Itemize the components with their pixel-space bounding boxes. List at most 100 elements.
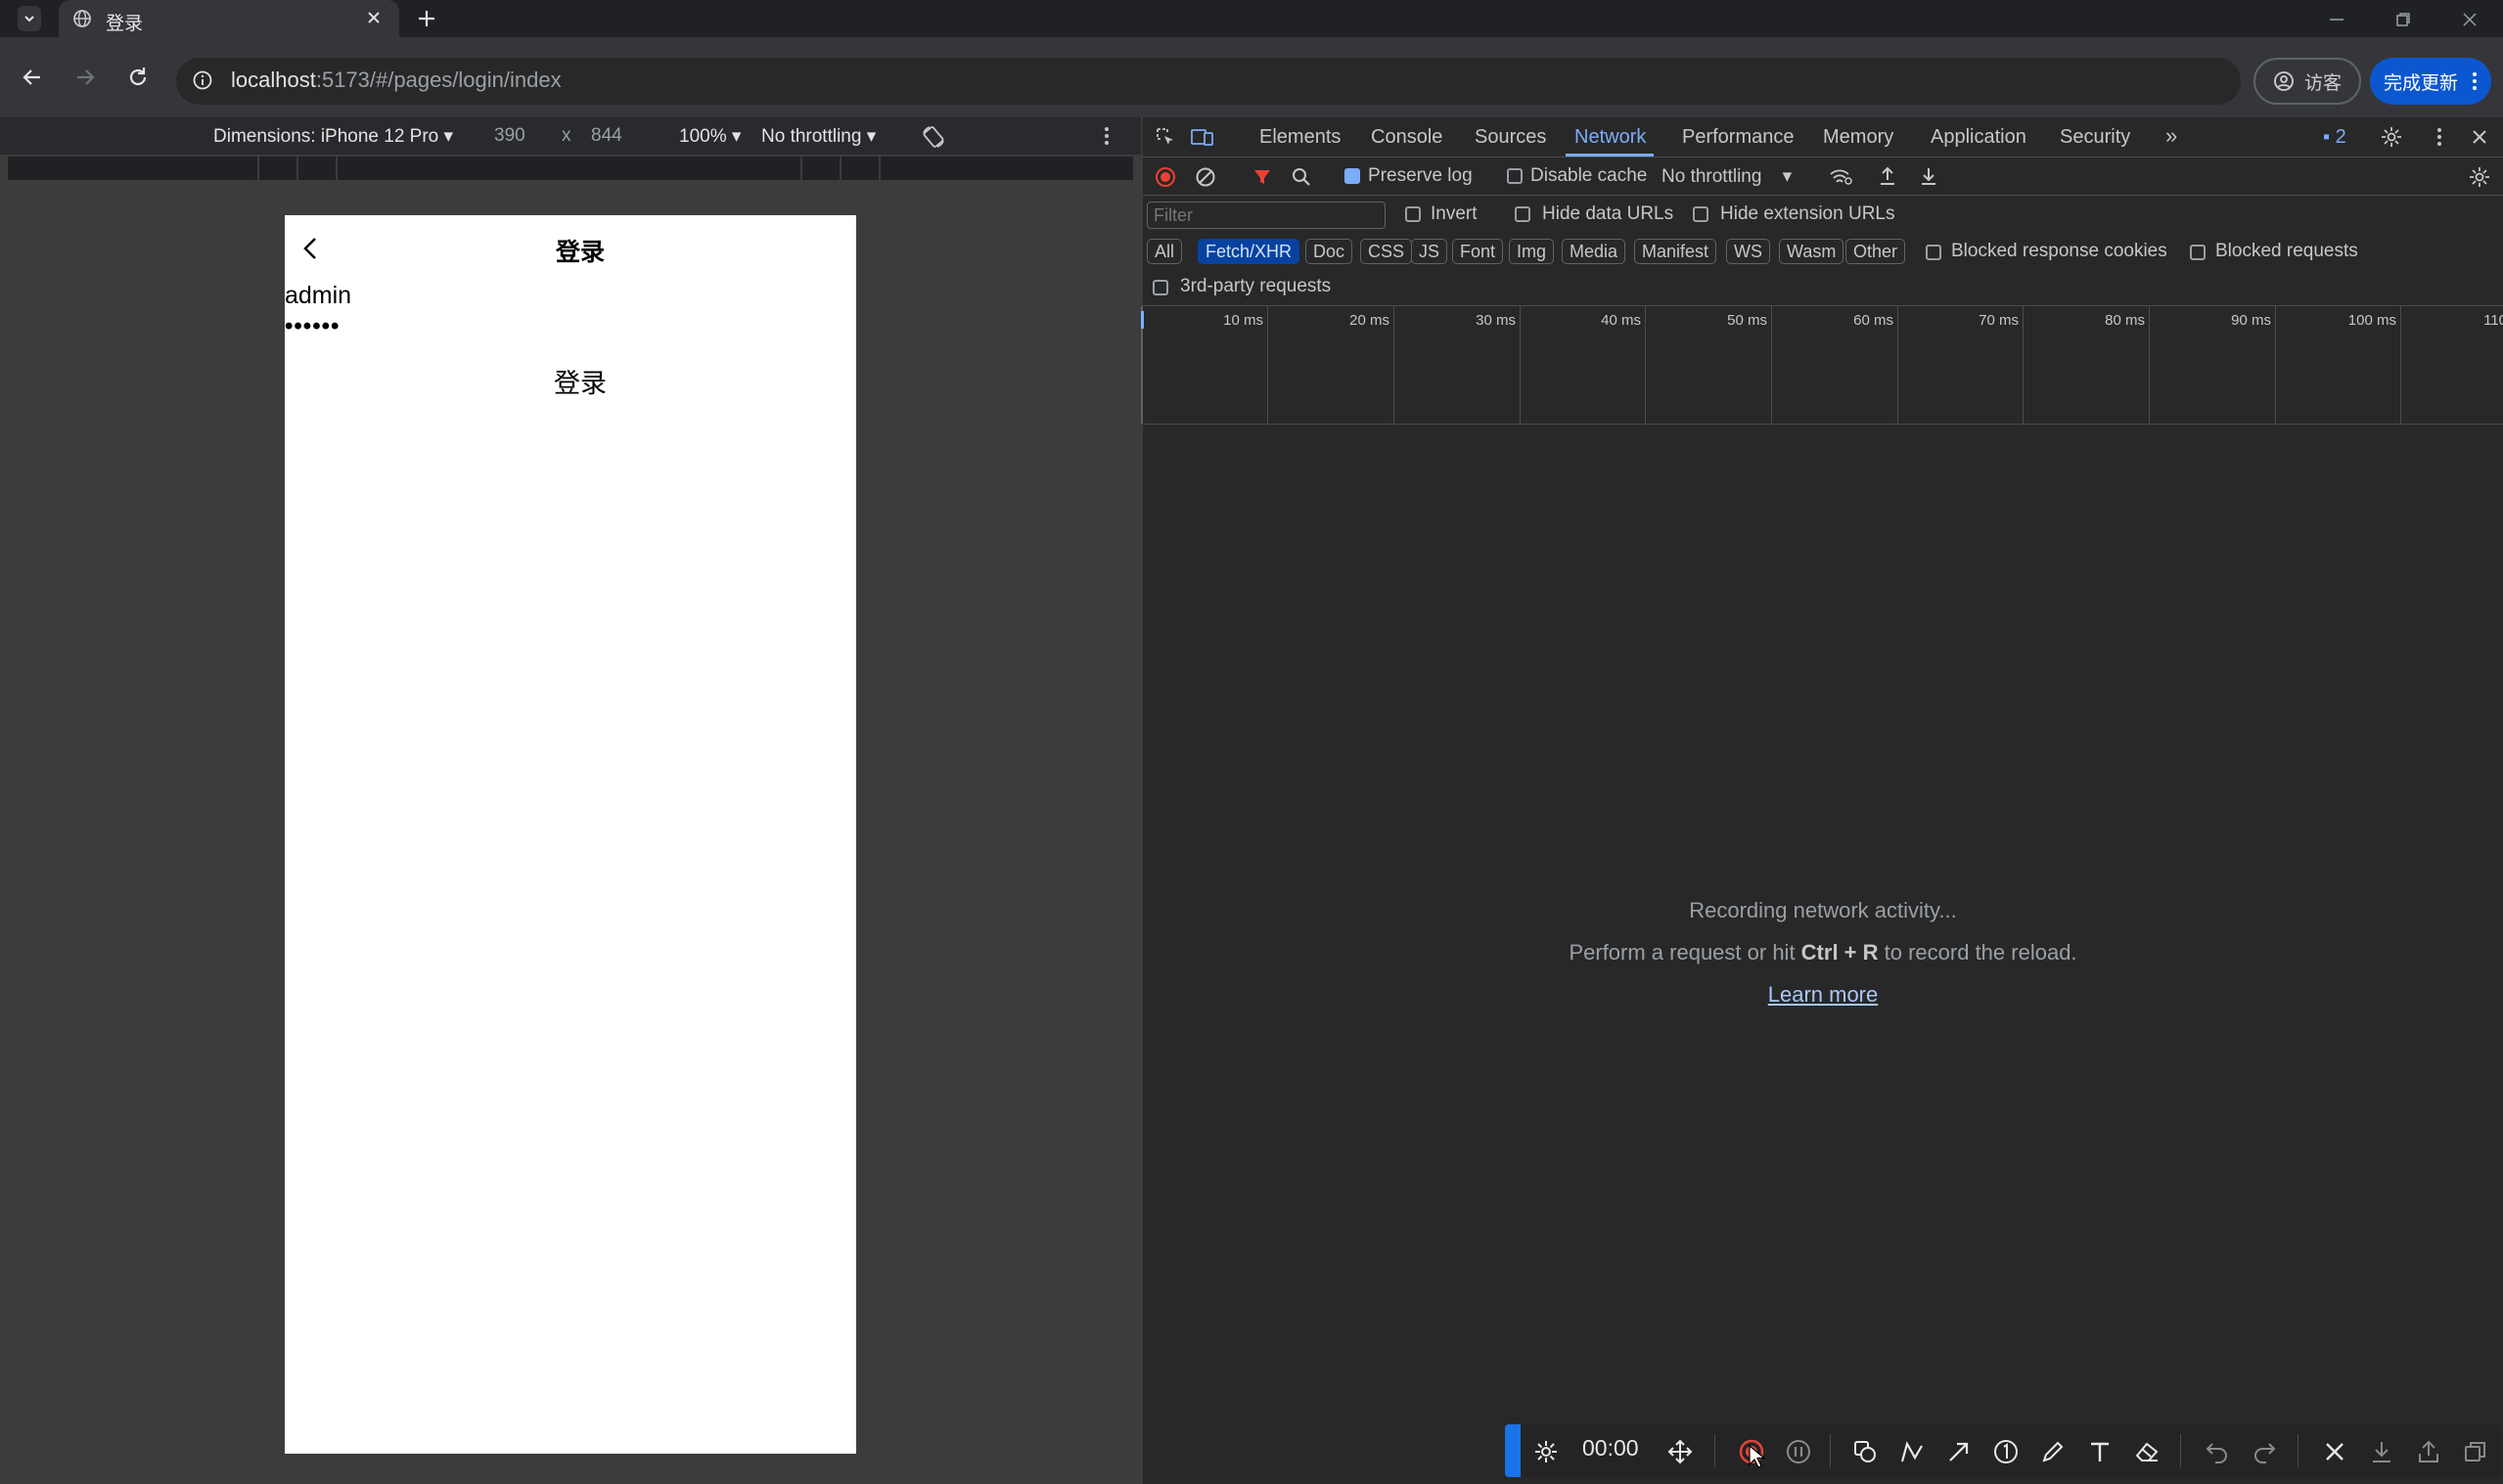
throttle-select[interactable]: No throttling ▾ [761, 125, 876, 148]
type-manifest[interactable]: Manifest [1634, 239, 1717, 264]
tab-memory[interactable]: Memory [1823, 126, 1893, 149]
type-img[interactable]: Img [1509, 239, 1555, 264]
password-input[interactable]: •••••• [285, 313, 340, 340]
record-stop-icon[interactable] [1155, 166, 1176, 188]
hide-data-urls-checkbox[interactable] [1515, 206, 1530, 222]
phone-screen [285, 215, 856, 1454]
guest-profile-button[interactable]: 访客 [2253, 58, 2361, 105]
type-all[interactable]: All [1147, 239, 1183, 264]
site-info-icon[interactable] [192, 69, 213, 91]
forward-arrow-icon[interactable] [72, 65, 98, 90]
type-js[interactable]: JS [1411, 239, 1448, 264]
pen-icon[interactable] [2039, 1438, 2067, 1465]
network-timeline-overview[interactable]: 10 ms 20 ms 30 ms 40 ms 50 ms 60 ms 70 m… [1143, 306, 2503, 425]
timeline-tick: 50 ms [1727, 312, 1767, 329]
network-settings-gear-icon[interactable] [2468, 165, 2491, 189]
blocked-requests-label: Blocked requests [2215, 241, 2358, 261]
update-button[interactable]: 完成更新 [2370, 58, 2491, 105]
tab-performance[interactable]: Performance [1682, 126, 1795, 149]
polyline-icon[interactable] [1898, 1438, 1926, 1465]
invert-checkbox[interactable] [1405, 206, 1421, 222]
media-query-bar[interactable] [8, 157, 1133, 180]
type-css[interactable]: CSS [1360, 239, 1413, 264]
close-tab-icon[interactable] [365, 9, 383, 26]
dimension-times: x [562, 125, 571, 146]
type-wasm[interactable]: Wasm [1779, 239, 1844, 264]
anno-settings-gear-icon[interactable] [1532, 1438, 1560, 1465]
back-chevron-icon[interactable] [299, 235, 323, 262]
tab-network[interactable]: Network [1574, 126, 1646, 149]
arrow-icon[interactable] [1945, 1438, 1973, 1465]
reload-icon[interactable] [125, 65, 151, 90]
network-conditions-icon[interactable] [1828, 166, 1853, 188]
zoom-value: 100% [679, 126, 727, 147]
undo-icon[interactable] [2204, 1438, 2231, 1465]
device-width-input[interactable]: 390 [494, 125, 525, 147]
type-doc[interactable]: Doc [1305, 239, 1353, 264]
tab-console[interactable]: Console [1371, 126, 1442, 149]
move-icon[interactable] [1666, 1438, 1694, 1465]
annotation-toolbar-handle[interactable] [1505, 1424, 1521, 1477]
number-marker-icon[interactable] [1992, 1438, 2020, 1465]
login-button[interactable]: 登录 [531, 362, 629, 400]
minimize-icon[interactable] [2325, 8, 2348, 31]
timeline-tick: 70 ms [1979, 312, 2019, 329]
back-arrow-icon[interactable] [20, 65, 45, 90]
blocked-requests-checkbox[interactable] [2190, 245, 2206, 260]
pause-icon[interactable] [1785, 1438, 1812, 1465]
network-throttle-select[interactable]: No throttling ▾ [1661, 165, 1792, 188]
export-har-icon[interactable] [1918, 165, 1939, 187]
close-devtools-icon[interactable] [2470, 127, 2489, 147]
hide-extension-urls-checkbox[interactable] [1693, 206, 1708, 222]
type-fetch-xhr[interactable]: Fetch/XHR [1198, 239, 1300, 264]
type-other[interactable]: Other [1845, 239, 1906, 264]
zoom-select[interactable]: 100% ▾ [679, 125, 741, 148]
devtools-menu-icon[interactable] [2436, 126, 2442, 148]
preserve-log-checkbox[interactable] [1344, 168, 1360, 184]
share-icon[interactable] [2415, 1438, 2442, 1465]
tab-security[interactable]: Security [2060, 126, 2130, 149]
update-label: 完成更新 [2384, 72, 2459, 94]
download-icon[interactable] [2368, 1438, 2395, 1465]
timeline-tick: 40 ms [1601, 312, 1641, 329]
import-har-icon[interactable] [1877, 165, 1898, 187]
new-tab-icon[interactable] [416, 8, 437, 29]
text-tool-icon[interactable] [2086, 1438, 2114, 1465]
tab-sources[interactable]: Sources [1475, 126, 1546, 149]
disable-cache-checkbox[interactable] [1507, 168, 1523, 184]
filter-icon[interactable] [1252, 166, 1273, 188]
tab-search-button[interactable] [18, 6, 41, 31]
username-input[interactable]: admin [285, 282, 351, 310]
more-tabs-button[interactable]: » [2165, 123, 2177, 149]
close-icon[interactable] [2321, 1438, 2348, 1465]
reload-hint-post: to record the reload. [1878, 940, 2077, 965]
close-window-icon[interactable] [2458, 8, 2481, 31]
shape-icon[interactable] [1851, 1438, 1879, 1465]
device-toolbar-toggle-icon[interactable] [1190, 125, 1215, 149]
filter-input[interactable] [1147, 202, 1386, 229]
more-options-icon[interactable] [1104, 125, 1110, 147]
reload-hint: Perform a request or hit Ctrl + R to rec… [1143, 940, 2503, 966]
url-text[interactable]: localhost:5173/#/pages/login/index [231, 67, 562, 93]
learn-more-link[interactable]: Learn more [1768, 982, 1879, 1007]
blocked-response-cookies-checkbox[interactable] [1926, 245, 1941, 260]
redo-icon[interactable] [2251, 1438, 2278, 1465]
throttle-value: No throttling [761, 126, 862, 147]
eraser-icon[interactable] [2133, 1438, 2161, 1465]
type-font[interactable]: Font [1452, 239, 1504, 264]
device-select[interactable]: Dimensions: iPhone 12 Pro ▾ [213, 125, 453, 148]
tab-elements[interactable]: Elements [1259, 126, 1341, 149]
tab-application[interactable]: Application [1931, 126, 2026, 149]
type-media[interactable]: Media [1562, 239, 1626, 264]
rotate-icon[interactable] [920, 123, 947, 151]
third-party-checkbox[interactable] [1153, 280, 1168, 295]
restore-icon[interactable] [2391, 8, 2415, 31]
inspect-element-icon[interactable] [1154, 125, 1177, 149]
issues-counter[interactable]: ▪ 2 [2323, 126, 2346, 149]
search-icon[interactable] [1291, 166, 1312, 188]
clear-icon[interactable] [1195, 166, 1216, 188]
type-ws[interactable]: WS [1726, 239, 1770, 264]
settings-gear-icon[interactable] [2380, 125, 2403, 149]
copy-icon[interactable] [2462, 1438, 2489, 1465]
device-height-input[interactable]: 844 [591, 125, 622, 147]
